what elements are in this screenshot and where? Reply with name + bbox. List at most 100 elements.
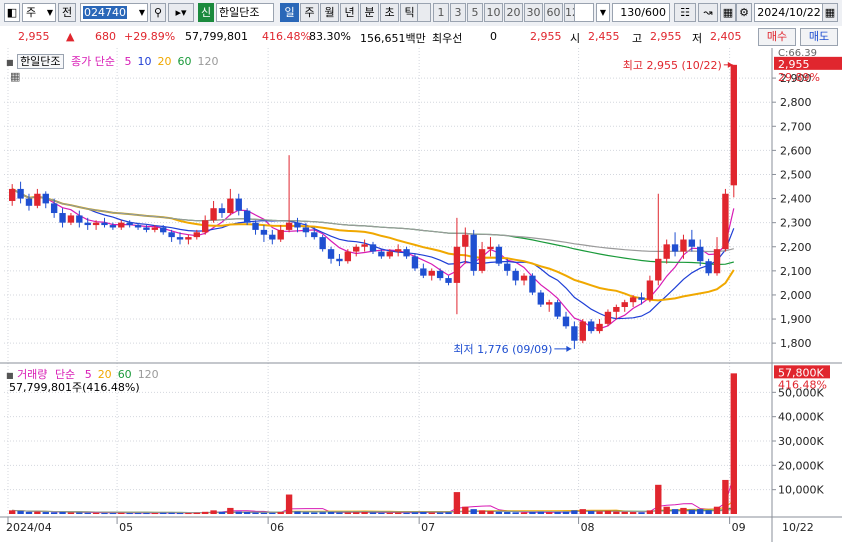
interval-button-0[interactable]: 1 xyxy=(433,3,449,22)
candle-body-69 xyxy=(587,321,595,332)
candle-body-5 xyxy=(50,203,58,214)
volume-bar-31 xyxy=(269,512,276,514)
volume-bar-65 xyxy=(554,512,561,514)
volume-bar-38 xyxy=(327,512,335,514)
grid-icon[interactable]: ▦ xyxy=(10,70,20,83)
calendar-icon[interactable]: ▦ xyxy=(822,3,838,22)
panel-menu-icon[interactable]: ■ xyxy=(6,58,14,67)
stock-name: 한일단조 xyxy=(216,3,274,22)
candle-body-58 xyxy=(495,246,503,264)
candle-body-27 xyxy=(235,198,242,211)
candle-body-21 xyxy=(185,237,192,240)
candle-body-7 xyxy=(67,215,75,223)
volume-bar-28 xyxy=(243,512,251,514)
volume-bar-62 xyxy=(529,512,536,514)
volume-bar-13 xyxy=(118,512,125,514)
volume-bar-71 xyxy=(604,510,612,514)
search-icon[interactable]: ⚲ xyxy=(150,3,166,22)
candle-body-16 xyxy=(143,227,150,230)
candle-body-43 xyxy=(369,244,377,252)
candle-body-4 xyxy=(42,193,49,204)
period-button-3[interactable]: 년 xyxy=(340,3,359,22)
volume-bar-82 xyxy=(697,509,704,514)
turnover-rate: 83.30% xyxy=(309,30,351,43)
chevron-down-icon[interactable]: ▼ xyxy=(596,3,610,22)
volume-bar-73 xyxy=(621,511,628,514)
candle-body-38 xyxy=(327,249,335,259)
volume-bar-43 xyxy=(369,512,377,514)
interval-button-2[interactable]: 5 xyxy=(467,3,483,22)
candle-body-32 xyxy=(277,229,284,240)
speaker-icon[interactable]: ▸▾ xyxy=(168,3,194,22)
volume-bar-25 xyxy=(218,511,226,514)
candle-body-20 xyxy=(176,237,184,240)
volume-bar-78 xyxy=(663,506,670,514)
gear-icon[interactable]: ⚙ xyxy=(736,3,752,22)
interval-custom-input[interactable] xyxy=(574,3,594,22)
period-button-0[interactable]: 일 xyxy=(280,3,299,22)
period-button-5[interactable]: 초 xyxy=(380,3,399,22)
count-input[interactable]: 130/600 xyxy=(612,3,670,22)
period-button-4[interactable]: 분 xyxy=(360,3,379,22)
trend-icon[interactable]: ↝ xyxy=(698,3,718,22)
candle-body-30 xyxy=(260,229,268,235)
volume-bar-16 xyxy=(143,513,150,515)
candle-body-11 xyxy=(101,222,108,226)
open-label: 시 xyxy=(570,32,581,45)
buy-button[interactable]: 매수 xyxy=(758,28,796,46)
volume-bar-8 xyxy=(76,512,83,514)
interval-button-5[interactable]: 30 xyxy=(524,3,543,22)
volume-bar-45 xyxy=(386,512,393,514)
volume-bar-86 xyxy=(730,373,737,514)
period-button-1[interactable]: 주 xyxy=(300,3,319,22)
interval-button-4[interactable]: 20 xyxy=(504,3,523,22)
x-tick-label-4: 08 xyxy=(581,521,595,534)
candle-body-25 xyxy=(218,208,226,214)
price-ma-label-2: 20 xyxy=(157,55,172,68)
grid-icon[interactable]: ▦ xyxy=(720,3,736,22)
volume-bar-61 xyxy=(520,512,528,514)
volume-bar-80 xyxy=(680,507,687,514)
chart-menu-icon[interactable]: ◧ xyxy=(4,3,20,22)
candle-body-28 xyxy=(243,210,251,223)
date-input[interactable]: 2024/10/22 xyxy=(754,3,824,22)
interval-button-6[interactable]: 60 xyxy=(544,3,563,22)
chart-type-icon[interactable]: ☷ xyxy=(674,3,696,22)
candle-body-57 xyxy=(487,246,494,250)
credit-badge: 신 xyxy=(198,3,214,22)
candle-body-6 xyxy=(59,213,66,223)
price-tick-label-2: 2,700 xyxy=(780,120,812,133)
price-tick-label-11: 1,800 xyxy=(780,337,812,350)
stock-tag[interactable]: 한일단조 xyxy=(17,54,64,69)
volume-bar-0 xyxy=(9,510,16,514)
price-flag-label: 2,955 xyxy=(778,58,810,71)
code-input[interactable]: 024740 ▼ xyxy=(80,3,148,22)
volume-bar-20 xyxy=(176,513,184,515)
mode-select[interactable]: 주 ▼ xyxy=(22,3,56,22)
volume-bar-14 xyxy=(126,513,133,515)
volume-bar-2 xyxy=(25,511,33,514)
volume-bar-29 xyxy=(252,512,259,514)
candle-body-14 xyxy=(126,222,133,226)
interval-button-1[interactable]: 3 xyxy=(450,3,466,22)
prev-button[interactable]: 전 xyxy=(58,3,76,22)
volume-bar-1 xyxy=(17,511,24,514)
volume-tick-label-4: 10,000K xyxy=(778,484,824,497)
candle-body-78 xyxy=(663,244,670,259)
volume-bar-58 xyxy=(495,511,503,514)
interval-button-3[interactable]: 10 xyxy=(484,3,503,22)
candle-body-44 xyxy=(378,251,385,257)
candle-body-62 xyxy=(529,275,536,293)
volume-bar-83 xyxy=(705,510,712,514)
period-button-2[interactable]: 월 xyxy=(320,3,339,22)
candle-body-8 xyxy=(76,215,83,223)
stock-chart[interactable]: 2,9002,8002,7002,6002,5002,4002,3002,200… xyxy=(0,48,842,542)
volume-value: 57,799,801 xyxy=(185,30,248,43)
current-price: 2,955 xyxy=(18,30,50,43)
sell-button[interactable]: 매도 xyxy=(800,28,838,46)
volume-bar-64 xyxy=(546,512,553,514)
high-label: 고 xyxy=(632,32,643,45)
candle-body-50 xyxy=(428,270,435,276)
candle-body-35 xyxy=(302,227,310,233)
candle-body-12 xyxy=(109,225,117,228)
